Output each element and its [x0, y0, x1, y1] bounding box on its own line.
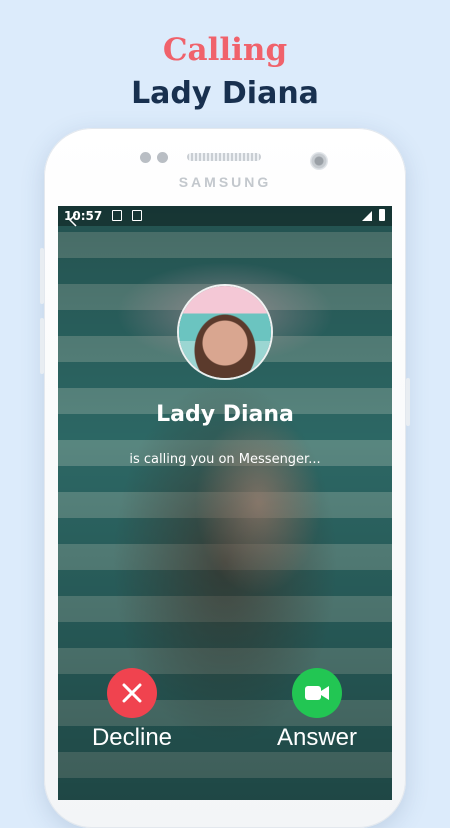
video-camera-icon	[305, 686, 329, 700]
call-screen: 10:57 Lady Diana is calling you on Messe…	[58, 206, 392, 800]
status-bar: 10:57	[58, 206, 392, 226]
decline-button[interactable]	[107, 668, 157, 718]
promo-title-calling: Calling	[162, 32, 288, 68]
front-camera-icon	[140, 152, 151, 163]
a-icon	[132, 210, 142, 221]
image-icon	[112, 210, 122, 221]
back-icon[interactable]	[68, 213, 78, 227]
device-brand: SAMSUNG	[178, 174, 272, 190]
caller-name: Lady Diana	[156, 402, 294, 427]
light-sensor-icon	[310, 152, 328, 170]
close-icon	[122, 683, 142, 703]
side-button-right	[406, 378, 410, 426]
power-button	[40, 318, 44, 374]
decline-label: Decline	[91, 724, 173, 751]
proximity-sensor-icon	[157, 152, 168, 163]
answer-label: Answer	[276, 724, 358, 751]
volume-button	[40, 248, 44, 304]
promo-title-name: Lady Diana	[131, 76, 319, 111]
call-subtitle: is calling you on Messenger...	[129, 452, 321, 467]
battery-icon	[379, 209, 385, 221]
earpiece-speaker	[187, 153, 261, 161]
answer-button[interactable]	[292, 668, 342, 718]
caller-avatar	[179, 286, 271, 378]
signal-icon	[362, 211, 372, 221]
